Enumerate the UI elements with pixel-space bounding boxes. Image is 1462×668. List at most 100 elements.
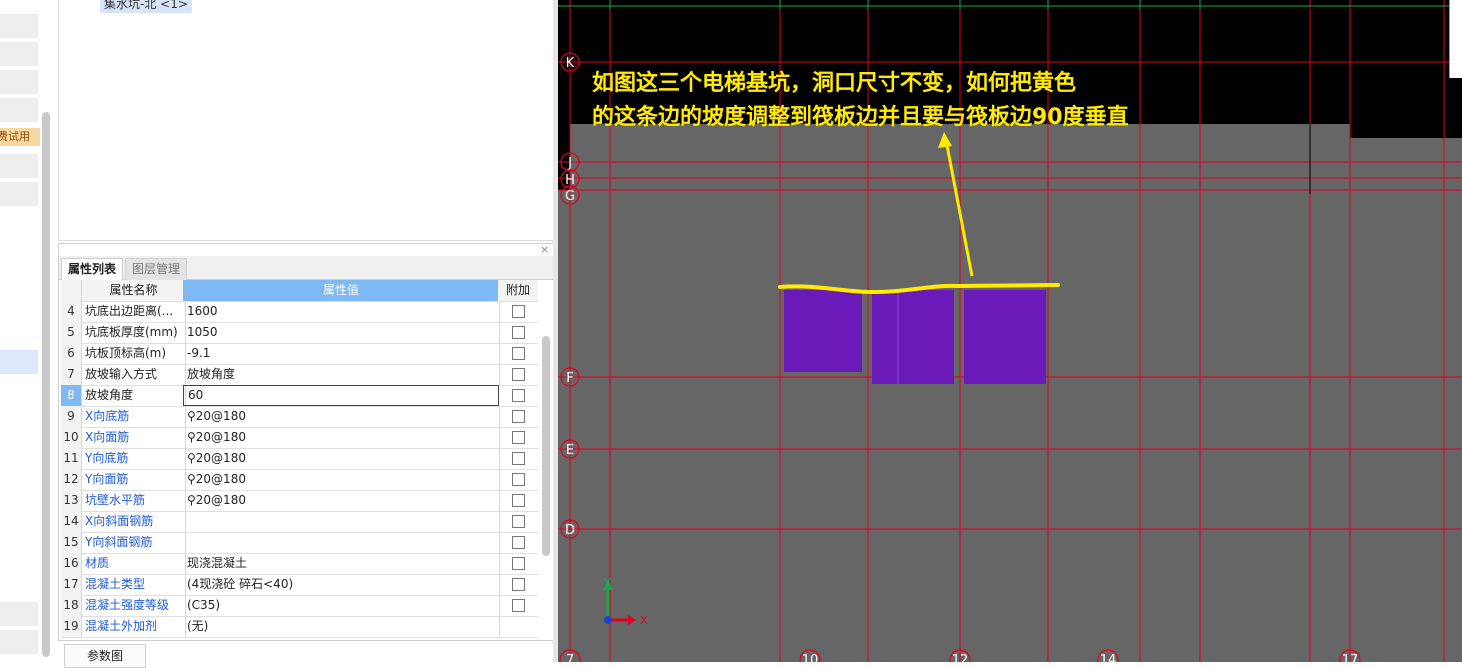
table-row[interactable]: 17 混凝土类型 (4现浇砼 碎石<40) xyxy=(61,574,538,596)
nav-item[interactable] xyxy=(0,70,38,94)
extra-checkbox[interactable] xyxy=(512,431,525,444)
extra-checkbox[interactable] xyxy=(512,326,525,339)
nav-item[interactable] xyxy=(0,154,38,178)
property-name: 混凝土类型 xyxy=(82,574,186,595)
drawing-canvas[interactable]: KJHGFED 7 10 12 14 17 如图这三个电梯基坑，洞口尺寸不变，如何把黄色… xyxy=(558,0,1462,668)
elevator-pit-1[interactable] xyxy=(784,290,862,372)
nav-item[interactable] xyxy=(0,602,38,626)
parameter-diagram-button[interactable]: 参数图 xyxy=(64,644,146,668)
left-scrollbar[interactable] xyxy=(42,112,50,657)
extra-checkbox[interactable] xyxy=(512,368,525,381)
extra-checkbox[interactable] xyxy=(512,452,525,465)
extra-checkbox[interactable] xyxy=(512,557,525,570)
table-row[interactable]: 16 材质 现浇混凝土 xyxy=(61,553,538,575)
row-number: 7 xyxy=(61,364,82,385)
tree-item-sump-pit[interactable]: 集水坑-北 <1> xyxy=(100,0,192,13)
property-scrollbar[interactable] xyxy=(542,336,550,556)
extra-checkbox[interactable] xyxy=(512,494,525,507)
extra-cell xyxy=(498,301,538,322)
property-value[interactable] xyxy=(183,511,500,532)
nav-item[interactable] xyxy=(0,630,38,654)
property-name: Y向底筋 xyxy=(82,448,186,469)
row-number: 17 xyxy=(61,574,82,595)
axis-label-row: J xyxy=(567,156,572,171)
property-name: 坑底板厚度(mm) xyxy=(82,322,186,343)
table-row[interactable]: 14 X向斜面钢筋 xyxy=(61,511,538,533)
elevator-pits[interactable] xyxy=(784,290,1046,384)
property-value[interactable]: ⚲20@180 xyxy=(183,490,500,511)
extra-cell xyxy=(498,490,538,511)
table-row[interactable]: 7 放坡输入方式 放坡角度 xyxy=(61,364,538,386)
nav-item[interactable] xyxy=(0,98,38,122)
table-row[interactable]: 12 Y向面筋 ⚲20@180 xyxy=(61,469,538,491)
property-value[interactable]: 60 xyxy=(183,385,499,406)
property-value[interactable] xyxy=(183,532,500,553)
extra-checkbox[interactable] xyxy=(512,410,525,423)
extra-checkbox[interactable] xyxy=(512,515,525,528)
free-trial-badge[interactable]: 免费试用 xyxy=(0,128,40,146)
property-value[interactable]: 1600 xyxy=(183,301,500,322)
table-row[interactable]: 5 坑底板厚度(mm) 1050 xyxy=(61,322,538,344)
tab-property-list[interactable]: 属性列表 xyxy=(61,258,124,280)
table-row[interactable]: 11 Y向底筋 ⚲20@180 xyxy=(61,448,538,470)
raft-slab[interactable] xyxy=(558,124,1462,662)
property-value[interactable]: (4现浇砼 碎石<40) xyxy=(183,574,500,595)
row-number: 9 xyxy=(61,406,82,427)
component-tree-panel xyxy=(58,0,555,241)
property-value[interactable]: ⚲20@180 xyxy=(183,469,500,490)
property-name: 坑壁水平筋 xyxy=(82,490,186,511)
row-number: 19 xyxy=(61,616,82,637)
extra-checkbox[interactable] xyxy=(512,389,525,402)
view-cube-widget[interactable] xyxy=(1449,0,1462,78)
property-name: Y向斜面钢筋 xyxy=(82,532,186,553)
axis-label-col: 17 xyxy=(1342,653,1359,662)
property-value[interactable]: ⚲20@180 xyxy=(183,406,500,427)
property-value[interactable]: 1050 xyxy=(183,322,500,343)
extra-checkbox[interactable] xyxy=(512,599,525,612)
extra-checkbox[interactable] xyxy=(512,305,525,318)
row-number: 6 xyxy=(61,343,82,364)
nav-item[interactable] xyxy=(0,14,38,38)
elevator-pit-2[interactable] xyxy=(872,290,954,384)
nav-item-selected[interactable] xyxy=(0,350,38,374)
extra-checkbox[interactable] xyxy=(512,347,525,360)
coord-y-label: Y xyxy=(603,576,611,589)
close-icon[interactable]: × xyxy=(540,244,550,256)
left-nav-strip xyxy=(0,0,40,662)
property-value[interactable]: ⚲20@180 xyxy=(183,448,500,469)
table-row[interactable]: 19 混凝土外加剂 (无) xyxy=(61,616,538,638)
extra-checkbox[interactable] xyxy=(512,473,525,486)
extra-cell xyxy=(498,406,538,427)
table-row[interactable]: 8 放坡角度 60 xyxy=(61,385,538,407)
row-number: 5 xyxy=(61,322,82,343)
extra-cell xyxy=(498,322,538,343)
table-row[interactable]: 9 X向底筋 ⚲20@180 xyxy=(61,406,538,428)
cad-drawing[interactable]: KJHGFED 7 10 12 14 17 如图这三个电梯基坑，洞口尺寸不变，如何把黄色… xyxy=(558,0,1462,668)
table-row[interactable]: 6 坑板顶标高(m) -9.1 xyxy=(61,343,538,365)
extra-cell xyxy=(498,469,538,490)
property-value[interactable]: (C35) xyxy=(183,595,500,616)
table-row[interactable]: 10 X向面筋 ⚲20@180 xyxy=(61,427,538,449)
table-row[interactable]: 15 Y向斜面钢筋 xyxy=(61,532,538,554)
origin-dot xyxy=(604,616,612,624)
axis-label-row: G xyxy=(565,189,575,204)
extra-checkbox[interactable] xyxy=(512,536,525,549)
table-row[interactable]: 13 坑壁水平筋 ⚲20@180 xyxy=(61,490,538,512)
property-value[interactable]: (无) xyxy=(183,616,500,637)
axis-label-col: 7 xyxy=(566,653,574,662)
nav-item[interactable] xyxy=(0,42,38,66)
tab-layer-management[interactable]: 图层管理 xyxy=(125,258,188,280)
table-row[interactable]: 18 混凝土强度等级 (C35) xyxy=(61,595,538,617)
elevator-pit-3[interactable] xyxy=(964,290,1046,384)
property-name: 混凝土外加剂 xyxy=(82,616,186,637)
table-row[interactable]: 4 坑底出边距离(... 1600 xyxy=(61,301,538,323)
property-value[interactable]: -9.1 xyxy=(183,343,500,364)
axis-label-row: F xyxy=(566,371,573,386)
nav-item[interactable] xyxy=(0,182,38,206)
row-number: 15 xyxy=(61,532,82,553)
extra-checkbox[interactable] xyxy=(512,578,525,591)
property-value[interactable]: 放坡角度 xyxy=(183,364,500,385)
property-value[interactable]: 现浇混凝土 xyxy=(183,553,500,574)
property-value[interactable]: ⚲20@180 xyxy=(183,427,500,448)
property-panel: × 属性列表 图层管理 属性名称 属性值 附加 4 坑底出边距离(... 1600 5… xyxy=(58,243,555,641)
